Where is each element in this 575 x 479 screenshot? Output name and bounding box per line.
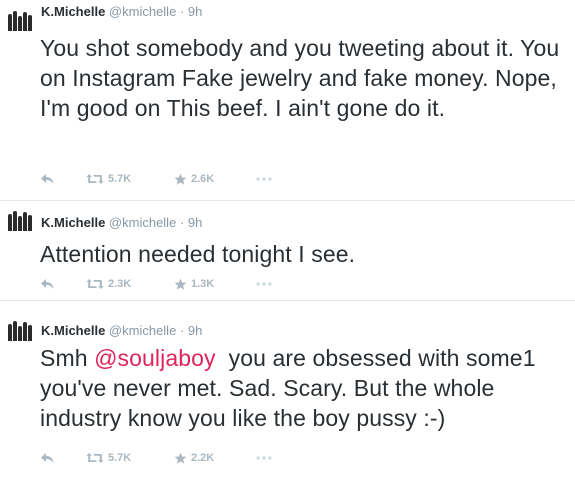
tweet: K.Michelle @kmichelle · 9h Attention nee…	[0, 201, 575, 300]
more-icon	[256, 177, 272, 181]
more-button[interactable]	[256, 282, 286, 286]
username[interactable]: @kmichelle	[109, 215, 176, 230]
display-name[interactable]: K.Michelle	[41, 215, 105, 230]
reply-button[interactable]	[40, 452, 86, 464]
tweet-text: You shot somebody and you tweeting about…	[40, 33, 570, 123]
retweet-icon	[86, 453, 104, 463]
retweet-icon	[86, 279, 104, 289]
retweet-button[interactable]: 5.7K	[86, 173, 174, 185]
favorite-button[interactable]: 2.6K	[174, 173, 256, 186]
tweet-actions: 2.3K 1.3K	[40, 274, 286, 294]
reply-icon	[41, 453, 54, 463]
more-icon	[256, 282, 272, 286]
reply-icon	[41, 174, 54, 184]
star-icon	[174, 173, 187, 185]
retweet-icon	[86, 174, 104, 184]
username[interactable]: @kmichelle	[109, 4, 176, 19]
tweet-header: K.Michelle @kmichelle · 9h	[41, 2, 202, 22]
favorite-button[interactable]: 2.2K	[174, 452, 256, 465]
more-button[interactable]	[256, 177, 286, 181]
retweet-count: 2.3K	[108, 278, 132, 290]
retweet-count: 5.7K	[108, 173, 132, 185]
display-name[interactable]: K.Michelle	[41, 323, 105, 338]
favorite-button[interactable]: 1.3K	[174, 278, 256, 291]
separator: ·	[179, 215, 185, 230]
tweet-text-content: Attention needed tonight I see.	[40, 241, 356, 267]
mention-link[interactable]: @souljaboy	[94, 345, 216, 371]
retweet-button[interactable]: 2.3K	[86, 278, 174, 290]
avatar[interactable]	[8, 211, 34, 231]
timestamp[interactable]: 9h	[188, 4, 202, 19]
tweet: K.Michelle @kmichelle · 9h You shot some…	[0, 0, 575, 200]
reply-button[interactable]	[40, 173, 86, 185]
tweet-actions: 5.7K 2.6K	[40, 169, 286, 189]
avatar[interactable]	[8, 321, 34, 341]
timestamp[interactable]: 9h	[188, 323, 202, 338]
tweet-text-start: Smh	[40, 345, 95, 371]
tweet-header: K.Michelle @kmichelle · 9h	[41, 321, 202, 341]
more-icon	[256, 456, 272, 460]
tweet-text: Smh @souljaboy you are obsessed with som…	[40, 343, 570, 433]
tweet: K.Michelle @kmichelle · 9h Smh @souljabo…	[0, 301, 575, 479]
username[interactable]: @kmichelle	[109, 323, 176, 338]
favorite-count: 1.3K	[191, 278, 215, 290]
tweet-text-content: You shot somebody and you tweeting about…	[40, 35, 560, 121]
star-icon	[174, 278, 187, 290]
reply-icon	[41, 279, 54, 289]
retweet-count: 5.7K	[108, 452, 132, 464]
tweet-text: Attention needed tonight I see.	[40, 239, 570, 269]
tweet-actions: 5.7K 2.2K	[40, 448, 286, 468]
avatar[interactable]	[8, 11, 34, 31]
retweet-button[interactable]: 5.7K	[86, 452, 174, 464]
favorite-count: 2.6K	[191, 173, 215, 185]
separator: ·	[179, 4, 185, 19]
reply-button[interactable]	[40, 278, 86, 290]
separator: ·	[179, 323, 185, 338]
display-name[interactable]: K.Michelle	[41, 4, 105, 19]
star-icon	[174, 452, 187, 464]
tweet-header: K.Michelle @kmichelle · 9h	[41, 213, 202, 233]
favorite-count: 2.2K	[191, 452, 215, 464]
more-button[interactable]	[256, 456, 286, 460]
timestamp[interactable]: 9h	[188, 215, 202, 230]
